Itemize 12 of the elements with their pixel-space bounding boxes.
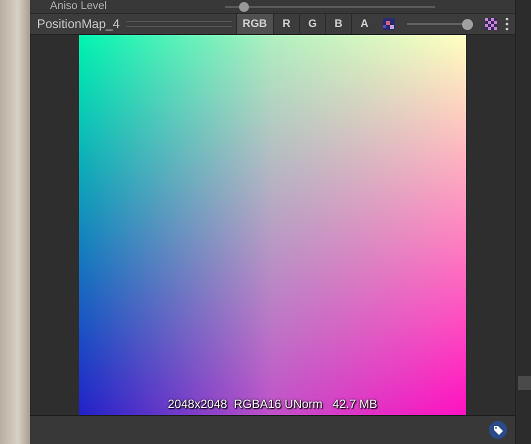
drag-handle[interactable] [126,21,232,27]
slider-thumb[interactable] [462,18,473,30]
texture-info: 2048x2048 RGBA16 UNorm 42.7 MB [166,397,378,411]
channel-button[interactable]: RGB [236,14,273,34]
slider-thumb[interactable] [238,2,249,12]
mip-icon [383,18,395,30]
menu-icon[interactable] [505,17,509,31]
tag-icon[interactable] [489,421,507,439]
scrollbar-thumb[interactable] [518,376,531,390]
preview-title: PositionMap_4 [36,17,121,31]
field-label: Aniso Level [50,0,108,13]
checker-icon[interactable] [485,18,497,30]
